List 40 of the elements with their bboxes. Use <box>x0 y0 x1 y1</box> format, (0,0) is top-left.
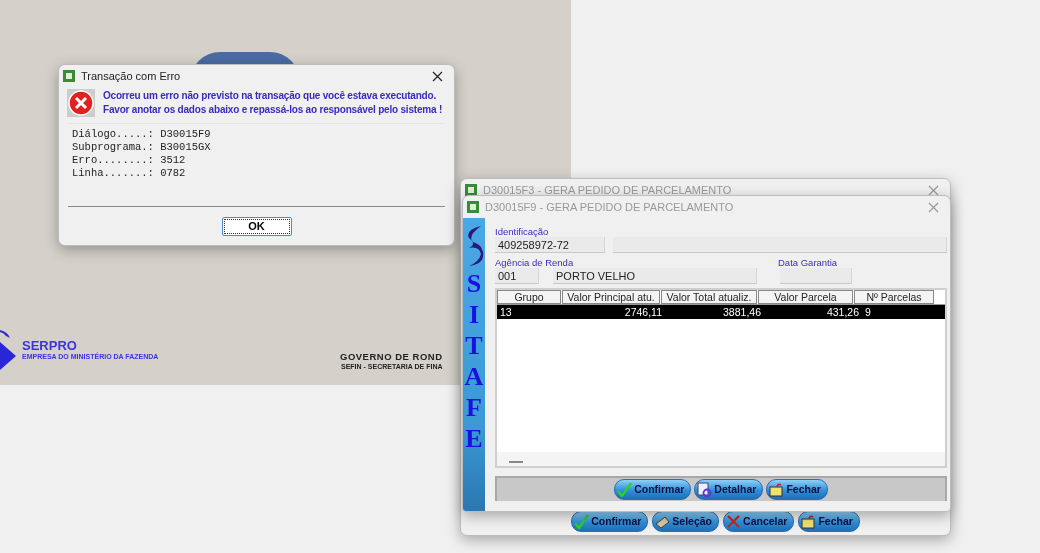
close-icon <box>927 184 939 196</box>
government-title: GOVERNO DE ROND <box>340 352 443 362</box>
column-header[interactable]: Valor Parcela <box>758 290 853 304</box>
window-title: D30015F9 - GERA PEDIDO DE PARCELAMENTO <box>485 199 735 215</box>
table-cell-text: 13 <box>499 305 513 319</box>
field-label: Identificação <box>495 226 550 237</box>
check-icon <box>574 514 590 529</box>
table-cell-text: 2746,11 <box>623 305 663 319</box>
column-header[interactable]: Grupo <box>497 290 561 304</box>
close-icon <box>927 201 939 213</box>
magnifier-document-icon <box>697 482 713 497</box>
folder-icon <box>769 482 785 497</box>
cross-icon <box>726 514 742 529</box>
ok-button[interactable]: OK <box>221 217 292 236</box>
table-cell-text: 3881,46 <box>722 305 762 319</box>
banner-letter: S <box>466 268 482 299</box>
window-title: Transação com Erro <box>81 68 182 84</box>
banner-letter: I <box>468 299 480 330</box>
column-header[interactable]: Valor Principal atu. <box>562 290 660 304</box>
column-header[interactable]: Valor Total atualiz. <box>661 290 757 304</box>
field-label: Agência de Renda <box>495 257 575 268</box>
window-title: D30015F3 - GERA PEDIDO DE PARCELAMENTO <box>483 182 733 198</box>
close-icon <box>431 70 443 82</box>
folder-icon <box>801 514 817 529</box>
banner-letter: F <box>466 392 482 423</box>
app-icon <box>467 201 479 213</box>
banner-letter: T <box>465 330 483 361</box>
error-message: Ocorreu um erro não previsto na transação que você estava executando. Favor anotar os dados abaixo e repassá-los ao responsável pelo sistema ! <box>103 89 443 117</box>
table-cell-text: 9 <box>864 305 872 319</box>
app-icon <box>465 184 477 196</box>
check-icon <box>617 482 633 497</box>
banner-letter: A <box>464 361 484 392</box>
banner-letter: E <box>465 423 483 454</box>
app-icon <box>63 70 75 82</box>
error-icon <box>67 89 95 117</box>
error-details: Diálogo.....: D30015F9 Subprograma.: B30015GX Erro........: 3512 Linha.......: 0782 <box>68 123 445 207</box>
table-cell-text: 431,26 <box>825 305 860 319</box>
column-header[interactable]: Nº Parcelas <box>854 290 934 304</box>
serpro-title: SERPRO <box>22 339 77 353</box>
field-label: Data Garantia <box>778 257 838 268</box>
